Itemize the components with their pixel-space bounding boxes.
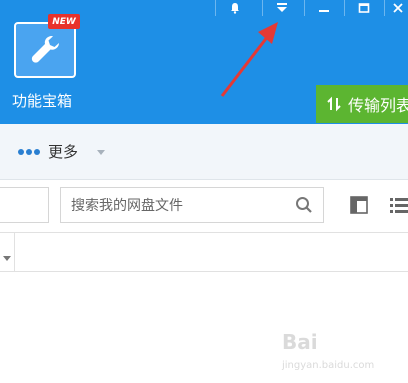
annotation-arrow-head: [258, 22, 278, 44]
watermark: Bai jingyan.baidu.com: [282, 330, 406, 380]
more-dots-icon: [18, 148, 42, 155]
preview-pane-icon[interactable]: [350, 196, 368, 218]
chevron-down-icon: [96, 148, 106, 156]
search-icon[interactable]: [295, 196, 313, 218]
toolbar: 更多: [0, 124, 408, 180]
path-field[interactable]: [0, 187, 49, 223]
search-row: [0, 180, 408, 232]
sort-chevron-icon[interactable]: [2, 247, 12, 266]
annotation-arrow-shaft: [220, 35, 270, 97]
file-list-header: [0, 232, 408, 272]
list-view-icon[interactable]: [390, 196, 408, 218]
column-divider: [14, 233, 15, 271]
more-label: 更多: [48, 143, 79, 161]
watermark-text: Bai: [282, 330, 318, 354]
search-input[interactable]: [69, 188, 289, 224]
annotation-arrow: [220, 22, 278, 97]
search-box: [60, 187, 324, 224]
more-menu-button[interactable]: 更多: [18, 141, 106, 162]
watermark-subtext: jingyan.baidu.com: [282, 360, 375, 371]
